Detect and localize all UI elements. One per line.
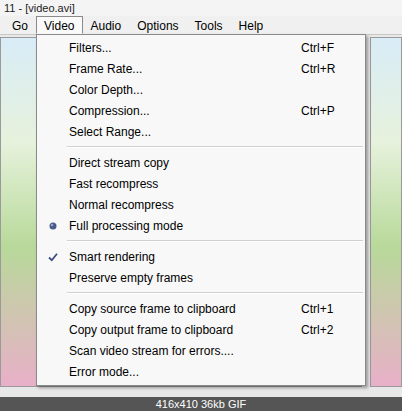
menu-separator [39,288,363,298]
menu-item-mark [39,173,67,194]
menu-item-shortcut: Ctrl+1 [301,302,363,316]
menu-item-label: Scan video stream for errors.... [67,344,301,358]
menu-item[interactable]: Copy output frame to clipboard Ctrl+2 [39,319,363,340]
menu-separator [39,236,363,246]
menu-item[interactable]: Fast recompress [39,173,363,194]
menu-item[interactable]: Full processing mode [39,215,363,236]
menu-item-label: Copy output frame to clipboard [67,323,301,337]
menu-bar-item[interactable]: Help [231,16,272,34]
menu-bar-item[interactable]: Audio [83,16,130,34]
menu-item-label: Error mode... [67,365,301,379]
video-menu: Filters... Ctrl+F Frame Rate... Ctrl+R C… [36,34,366,386]
image-info: 416x410 36kb GIF [156,398,247,410]
menu-item-label: Color Depth... [67,83,301,97]
menu-item-mark [39,340,67,361]
menu-item[interactable]: Copy source frame to clipboard Ctrl+1 [39,298,363,319]
menu-item-mark [39,298,67,319]
menu-item-label: Frame Rate... [67,62,301,76]
menu-item[interactable]: Direct stream copy [39,152,363,173]
menu-item-label: Normal recompress [67,198,301,212]
menu-item-mark [39,37,67,58]
menu-bar: GoVideoAudioOptionsToolsHelp [0,16,402,35]
image-info-bar: 416x410 36kb GIF [0,397,402,411]
menu-item-shortcut: Ctrl+R [301,62,363,76]
menu-item[interactable]: Compression... Ctrl+P [39,100,363,121]
menu-item[interactable]: Smart rendering [39,246,363,267]
menu-item-mark [39,58,67,79]
menu-item-mark [39,194,67,215]
menu-item-mark [39,215,67,236]
window-title: 11 - [video.avi] [4,2,75,14]
screen: 11 - [video.avi] GoVideoAudioOptionsTool… [0,0,402,411]
menu-separator [39,142,363,152]
menu-bar-item[interactable]: Tools [187,16,231,34]
menu-item-label: Full processing mode [67,219,301,233]
menu-item-label: Copy source frame to clipboard [67,302,301,316]
menu-bar-item[interactable]: Options [129,16,186,34]
menu-item[interactable]: Error mode... [39,361,363,382]
menu-item-shortcut: Ctrl+2 [301,323,363,337]
menu-item[interactable]: Filters... Ctrl+F [39,37,363,58]
menu-item-label: Select Range... [67,125,301,139]
menu-item-mark [39,100,67,121]
menu-item-label: Compression... [67,104,301,118]
radio-dot-icon [47,220,59,232]
title-bar: 11 - [video.avi] [0,0,402,16]
menu-item-mark [39,319,67,340]
output-frame [370,37,402,387]
menu-item-label: Filters... [67,41,301,55]
menu-item[interactable]: Scan video stream for errors.... [39,340,363,361]
menu-bar-item[interactable]: Go [4,16,36,34]
menu-item-shortcut: Ctrl+F [301,41,363,55]
menu-item[interactable]: Color Depth... [39,79,363,100]
menu-item-label: Smart rendering [67,250,301,264]
menu-item-mark [39,267,67,288]
menu-item[interactable]: Frame Rate... Ctrl+R [39,58,363,79]
menu-item-mark [39,246,67,267]
menu-item-mark [39,361,67,382]
menu-item-mark [39,79,67,100]
menu-item-label: Fast recompress [67,177,301,191]
menu-item-label: Preserve empty frames [67,271,301,285]
menu-item-mark [39,121,67,142]
menu-item[interactable]: Preserve empty frames [39,267,363,288]
menu-bar-item[interactable]: Video [36,16,82,34]
menu-item[interactable]: Select Range... [39,121,363,142]
menu-item[interactable]: Normal recompress [39,194,363,215]
checkmark-icon [47,251,59,263]
menu-item-shortcut: Ctrl+P [301,104,363,118]
menu-item-mark [39,152,67,173]
menu-item-label: Direct stream copy [67,156,301,170]
